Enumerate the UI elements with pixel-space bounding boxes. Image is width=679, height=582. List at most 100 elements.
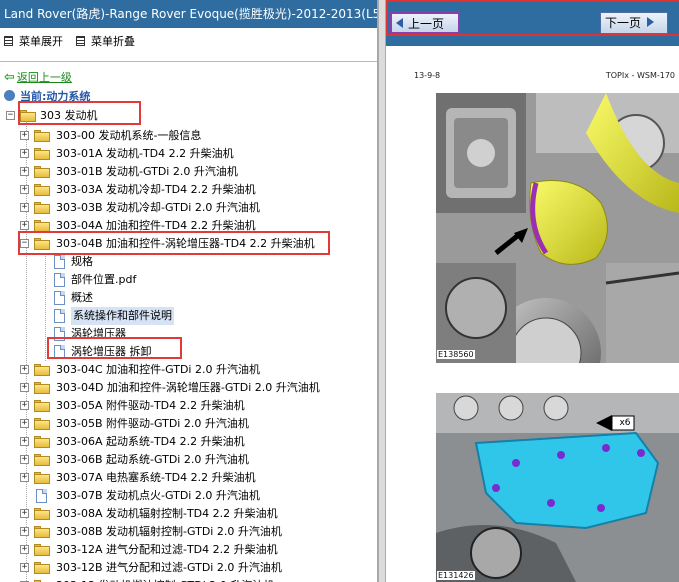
expand-toggle-icon[interactable]: + [20,473,29,482]
tree-leaf-label: 规格 [71,255,93,268]
pane-splitter[interactable] [378,0,386,582]
expand-menu-label: 菜单展开 [19,35,63,48]
figure2-reference: E131426 [437,571,475,580]
current-location-label: 当前:动力系统 [20,90,91,103]
turbocharger-figure: E138560 [436,93,679,363]
tree-folder-label: 303-04C 加油和控件-GTDi 2.0 升汽油机 [56,363,260,376]
tree-folder-label: 303-03B 发动机冷却-GTDi 2.0 升汽油机 [56,201,260,214]
document-icon [54,345,65,359]
tree-folder-label: 303-06B 起动系统-GTDi 2.0 升汽油机 [56,453,249,466]
tree-folder-label: 303-07A 电热塞系统-TD4 2.2 升柴油机 [56,471,256,484]
tree-folder-label: 303-01B 发动机-GTDi 2.0 升汽油机 [56,165,238,178]
manifold-figure: x6 E131426 [436,393,679,582]
expand-toggle-icon[interactable]: + [20,203,29,212]
folder-open-icon [34,238,50,250]
folder-icon [34,436,50,448]
folder-icon [34,148,50,160]
expand-toggle-icon[interactable]: + [20,185,29,194]
window-title: Land Rover(路虎)-Range Rover Evoque(揽胜极光)-… [0,0,377,28]
folder-open-icon [20,110,36,122]
expand-toggle-icon[interactable]: + [20,455,29,464]
tree-folder-label: 303-04B 加油和控件-涡轮增压器-TD4 2.2 升柴油机 [56,237,315,250]
back-link-label: 返回上一级 [16,71,72,84]
folder-icon [34,400,50,412]
tree-leaf-label: 部件位置.pdf [71,273,137,286]
folder-icon [34,220,50,232]
tree-leaf-label: 概述 [71,291,93,304]
tree-folder-label: 303-12A 进气分配和过滤-TD4 2.2 升柴油机 [56,543,278,556]
tree-folder-label: 303-08B 发动机辐射控制-GTDi 2.0 升汽油机 [56,525,282,538]
tree-connector [45,253,46,361]
document-icon [54,291,65,305]
current-location[interactable]: 当前:动力系统 [4,90,90,104]
folder-icon [34,184,50,196]
document-icon [36,489,47,503]
expand-toggle-icon[interactable]: + [20,527,29,536]
folder-icon [34,544,50,556]
folder-icon [34,562,50,574]
document-icon [54,273,65,287]
tree-leaf-label: 系统操作和部件说明 [71,307,174,325]
collapse-toggle-icon[interactable]: − [6,111,15,120]
expand-toggle-icon[interactable]: + [20,365,29,374]
tree-folder-label: 303-00 发动机系统-一般信息 [56,129,202,142]
list-icon [76,36,85,46]
prev-page-button[interactable]: 上一页 [390,12,460,34]
tree-folder-label: 303-01A 发动机-TD4 2.2 升柴油机 [56,147,234,160]
collapse-menu-label: 菜单折叠 [91,35,135,48]
toolbar: 菜单展开 菜单折叠 [0,30,377,52]
collapse-menu-button[interactable]: 菜单折叠 [76,34,135,50]
document-icon [54,255,65,269]
tree-folder-label: 303-13 发动机燃油控制-GTDi 2.0 升汽油机 [56,577,274,582]
page-source: TOPIx - WSM-170 [605,71,675,80]
expand-toggle-icon[interactable]: + [20,149,29,158]
tree-folder-label: 303-04A 加油和控件-TD4 2.2 升柴油机 [56,219,256,232]
expand-toggle-icon[interactable]: + [20,383,29,392]
folder-icon [34,202,50,214]
right-triangle-icon [647,17,655,27]
expand-toggle-icon[interactable]: + [20,131,29,140]
tree-leaf-label: 涡轮增压器 拆卸 [71,345,152,358]
folder-icon [34,382,50,394]
left-triangle-icon [396,18,403,28]
tree-folder-label: 303-07B 发动机点火-GTDi 2.0 升汽油机 [56,489,260,502]
user-icon [4,90,15,101]
back-arrow-icon: ⇦ [4,70,15,85]
figure1-reference: E138560 [437,350,475,359]
expand-toggle-icon[interactable]: + [20,563,29,572]
expand-toggle-icon[interactable]: + [20,545,29,554]
expand-toggle-icon[interactable]: + [20,401,29,410]
document-icon [54,309,65,323]
tree-folder-label: 303-08A 发动机辐射控制-TD4 2.2 升柴油机 [56,507,278,520]
expand-toggle-icon[interactable]: + [20,221,29,230]
folder-icon [34,418,50,430]
document-viewer: 上一页 下一页 13-9-8 TOPIx - WSM-170 E138560 x… [386,0,679,582]
expand-toggle-icon[interactable]: + [20,437,29,446]
tree-folder-label: 303-04D 加油和控件-涡轮增压器-GTDi 2.0 升汽油机 [56,381,320,394]
tree-pane: Land Rover(路虎)-Range Rover Evoque(揽胜极光)-… [0,0,378,582]
expand-toggle-icon[interactable]: + [20,419,29,428]
next-page-label: 下一页 [605,16,642,30]
next-page-button[interactable]: 下一页 [600,12,668,34]
folder-icon [34,364,50,376]
expand-toggle-icon[interactable]: + [20,167,29,176]
document-icon [54,327,65,341]
tree-folder-label: 303-12B 进气分配和过滤-GTDi 2.0 升汽油机 [56,561,282,574]
folder-icon [34,472,50,484]
manifold-illustration [436,393,679,582]
expand-menu-button[interactable]: 菜单展开 [4,34,63,50]
tree-folder-label: 303-06A 起动系统-TD4 2.2 升柴油机 [56,435,245,448]
collapse-toggle-icon[interactable]: − [20,239,29,248]
folder-icon [34,526,50,538]
toolbar-divider [0,61,377,62]
page-number: 13-9-8 [414,71,441,80]
tree-folder-label: 303-05A 附件驱动-TD4 2.2 升柴油机 [56,399,245,412]
turbocharger-illustration [436,93,679,363]
expand-toggle-icon[interactable]: + [20,509,29,518]
tree-leaf-label: 涡轮增压器 [71,327,126,340]
prev-page-label: 上一页 [408,17,445,31]
quantity-callout: x6 [619,418,631,428]
list-icon [4,36,13,46]
folder-icon [34,508,50,520]
back-link[interactable]: ⇦ 返回上一级 [4,71,72,85]
